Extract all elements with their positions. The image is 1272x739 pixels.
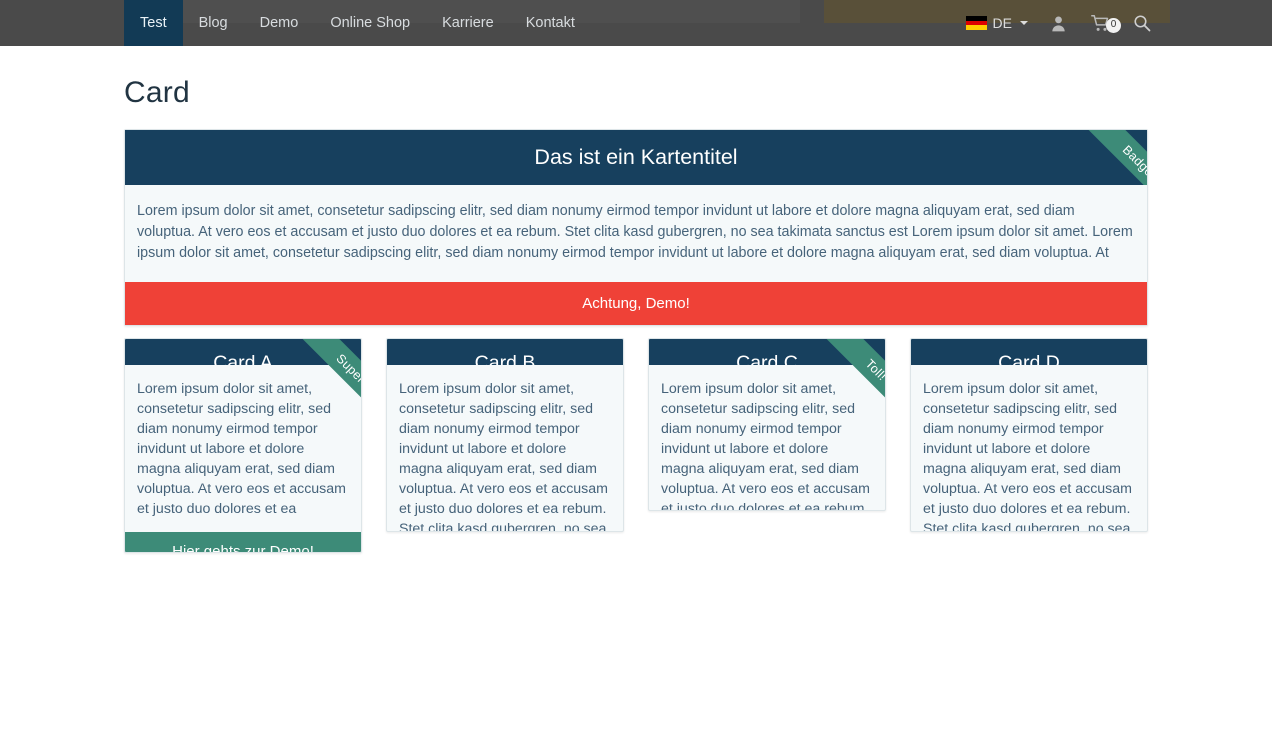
page-title: Card (124, 76, 190, 109)
main-card-body: Lorem ipsum dolor sit amet, consetetur s… (137, 203, 1133, 261)
main-card: Das ist ein Kartentitel Badge Lorem ipsu… (124, 129, 1148, 326)
card-a: Card A Lorem ipsum dolor sit amet, conse… (124, 338, 362, 553)
card-d-body: Lorem ipsum dolor sit amet, consetetur s… (923, 381, 1132, 532)
main-card-ribbon: Badge (1061, 130, 1147, 185)
card-b-header: Card B (387, 339, 623, 365)
german-flag-icon (965, 16, 987, 30)
account-button[interactable] (1038, 14, 1079, 33)
card-b-body: Lorem ipsum dolor sit amet, consetetur s… (399, 381, 608, 532)
card-a-title: Card A (213, 352, 273, 365)
card-c-header: Card C (649, 339, 885, 365)
primary-nav: Test Blog Demo Online Shop Karriere Kont… (124, 0, 591, 46)
nav-link-test[interactable]: Test (124, 0, 183, 46)
cart-button[interactable]: 0 (1079, 14, 1122, 33)
card-d: Card D Lorem ipsum dolor sit amet, conse… (910, 338, 1148, 532)
top-navbar: Test Blog Demo Online Shop Karriere Kont… (0, 0, 1272, 46)
search-icon (1134, 15, 1151, 32)
navbar-utilities: DE 0 (956, 0, 1272, 46)
nav-link-online-shop[interactable]: Online Shop (314, 0, 426, 46)
nav-link-blog[interactable]: Blog (183, 0, 244, 46)
card-c-title: Card C (736, 352, 798, 365)
card-c-body: Lorem ipsum dolor sit amet, consetetur s… (661, 381, 870, 511)
card-b-title: Card B (474, 352, 536, 365)
nav-link-karriere[interactable]: Karriere (426, 0, 510, 46)
card-deck: Card A Lorem ipsum dolor sit amet, conse… (124, 338, 1148, 553)
user-icon (1052, 15, 1065, 31)
main-card-header: Das ist ein Kartentitel Badge (125, 130, 1147, 185)
main-card-footer[interactable]: Achtung, Demo! (125, 282, 1147, 325)
card-a-footer[interactable]: Hier gehts zur Demo! (125, 532, 361, 552)
cart-count-badge: 0 (1106, 17, 1121, 33)
card-c: Card C Lorem ipsum dolor sit amet, conse… (648, 338, 886, 511)
search-button[interactable] (1122, 14, 1162, 32)
main-card-title: Das ist ein Kartentitel (534, 145, 738, 169)
main-card-badge-label: Badge (1078, 130, 1147, 185)
language-code-label: DE (992, 15, 1012, 31)
language-selector[interactable]: DE (956, 15, 1038, 31)
card-a-header: Card A (125, 339, 361, 365)
card-d-title: Card D (998, 352, 1060, 365)
card-b: Card B Lorem ipsum dolor sit amet, conse… (386, 338, 624, 532)
nav-link-demo[interactable]: Demo (244, 0, 315, 46)
nav-link-kontakt[interactable]: Kontakt (510, 0, 591, 46)
card-a-body: Lorem ipsum dolor sit amet, consetetur s… (137, 381, 346, 517)
card-d-header: Card D (911, 339, 1147, 365)
chevron-down-icon (1020, 21, 1028, 25)
page-container: Card Das ist ein Kartentitel Badge Lorem… (0, 76, 1272, 553)
